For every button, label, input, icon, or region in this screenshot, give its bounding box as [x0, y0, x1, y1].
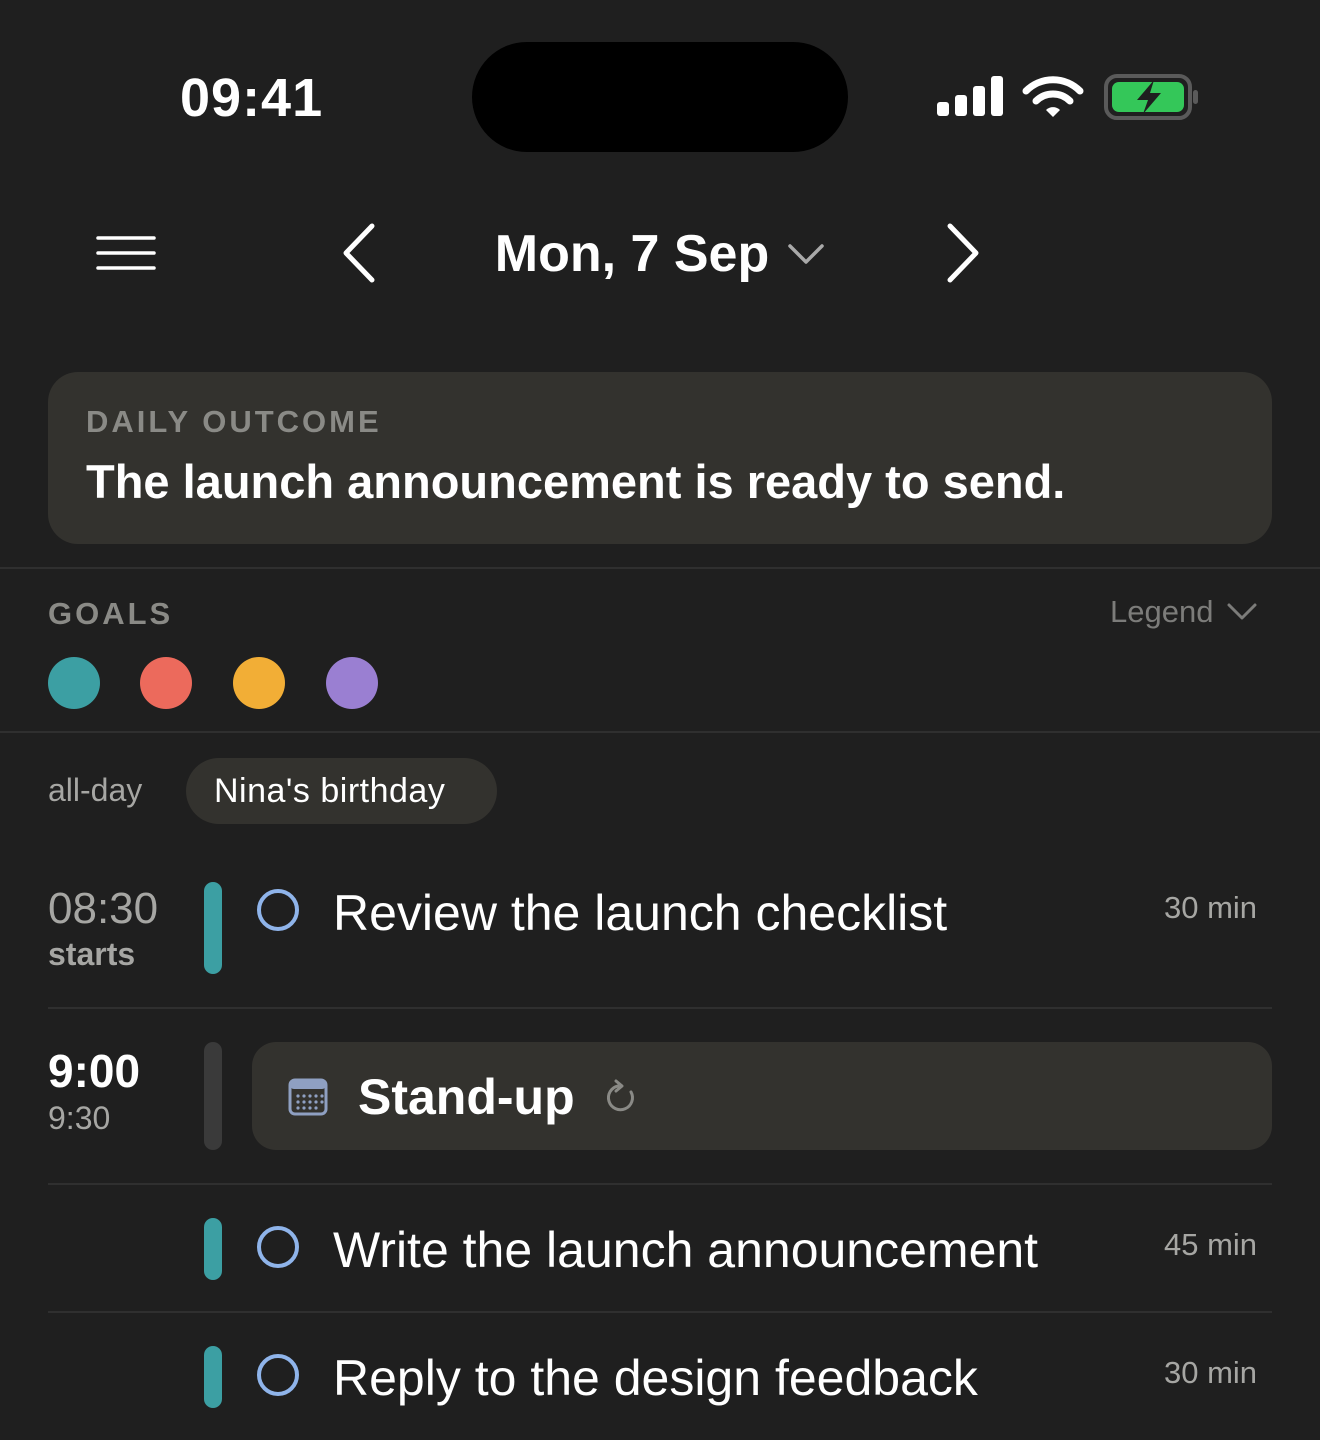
daily-outcome-card[interactable]: DAILY OUTCOME The launch announcement is… [48, 372, 1272, 544]
daily-outcome-text: The launch announcement is ready to send… [86, 455, 1066, 508]
date-picker-button[interactable]: Mon, 7 Sep [480, 222, 840, 286]
wifi-icon [1022, 76, 1084, 117]
task-duration: 30 min [1164, 890, 1258, 925]
event-start-time: 9:00 [48, 1045, 141, 1097]
goal-dot-red[interactable] [140, 657, 192, 709]
goal-color-bar [204, 1346, 222, 1408]
event-title: Stand-up [358, 1069, 575, 1125]
goal-dot-teal[interactable] [48, 657, 100, 709]
calendar-event-card[interactable]: Stand-up [252, 1042, 1272, 1150]
task-duration: 45 min [1164, 1227, 1258, 1262]
row-divider [48, 1311, 1272, 1313]
dynamic-island [472, 42, 848, 152]
goal-dot-yellow[interactable] [233, 657, 285, 709]
event-end-time: 9:30 [48, 1100, 111, 1136]
task-title[interactable]: Review the launch checklist [333, 884, 947, 942]
date-label: Mon, 7 Sep [494, 225, 770, 283]
goal-dot-purple[interactable] [326, 657, 378, 709]
chevron-left-icon[interactable] [336, 222, 382, 284]
all-day-label: all-day [48, 772, 143, 808]
row-divider [48, 1183, 1272, 1185]
repeat-icon [606, 1079, 634, 1112]
legend-label: Legend [1110, 594, 1214, 629]
divider [0, 731, 1320, 733]
event-bar [204, 1042, 222, 1150]
all-day-event-chip[interactable]: Nina's birthday [186, 758, 497, 824]
goal-color-bar [204, 882, 222, 974]
chevron-down-icon [1227, 603, 1257, 620]
goal-color-bar [204, 1218, 222, 1280]
all-day-event-title: Nina's birthday [214, 772, 446, 810]
chevron-down-icon [788, 244, 824, 264]
chevron-right-icon[interactable] [940, 222, 986, 284]
battery-charging-icon [1104, 74, 1198, 120]
task-start-time: 08:30 [48, 884, 159, 933]
task-checkbox[interactable] [257, 1354, 299, 1396]
task-title[interactable]: Write the launch announcement [333, 1221, 1038, 1279]
row-divider [48, 1007, 1272, 1009]
goals-label: GOALS [48, 596, 174, 631]
hamburger-menu-icon[interactable] [96, 234, 156, 272]
legend-toggle[interactable]: Legend [1110, 594, 1257, 630]
status-time: 09:41 [180, 68, 324, 128]
daily-outcome-label: DAILY OUTCOME [86, 404, 382, 439]
task-start-sublabel: starts [48, 936, 136, 972]
task-checkbox[interactable] [257, 889, 299, 931]
task-checkbox[interactable] [257, 1226, 299, 1268]
divider [0, 567, 1320, 569]
calendar-icon [288, 1078, 328, 1116]
signal-icon [937, 76, 1003, 116]
task-duration: 30 min [1164, 1355, 1258, 1390]
task-title[interactable]: Reply to the design feedback [333, 1349, 978, 1407]
